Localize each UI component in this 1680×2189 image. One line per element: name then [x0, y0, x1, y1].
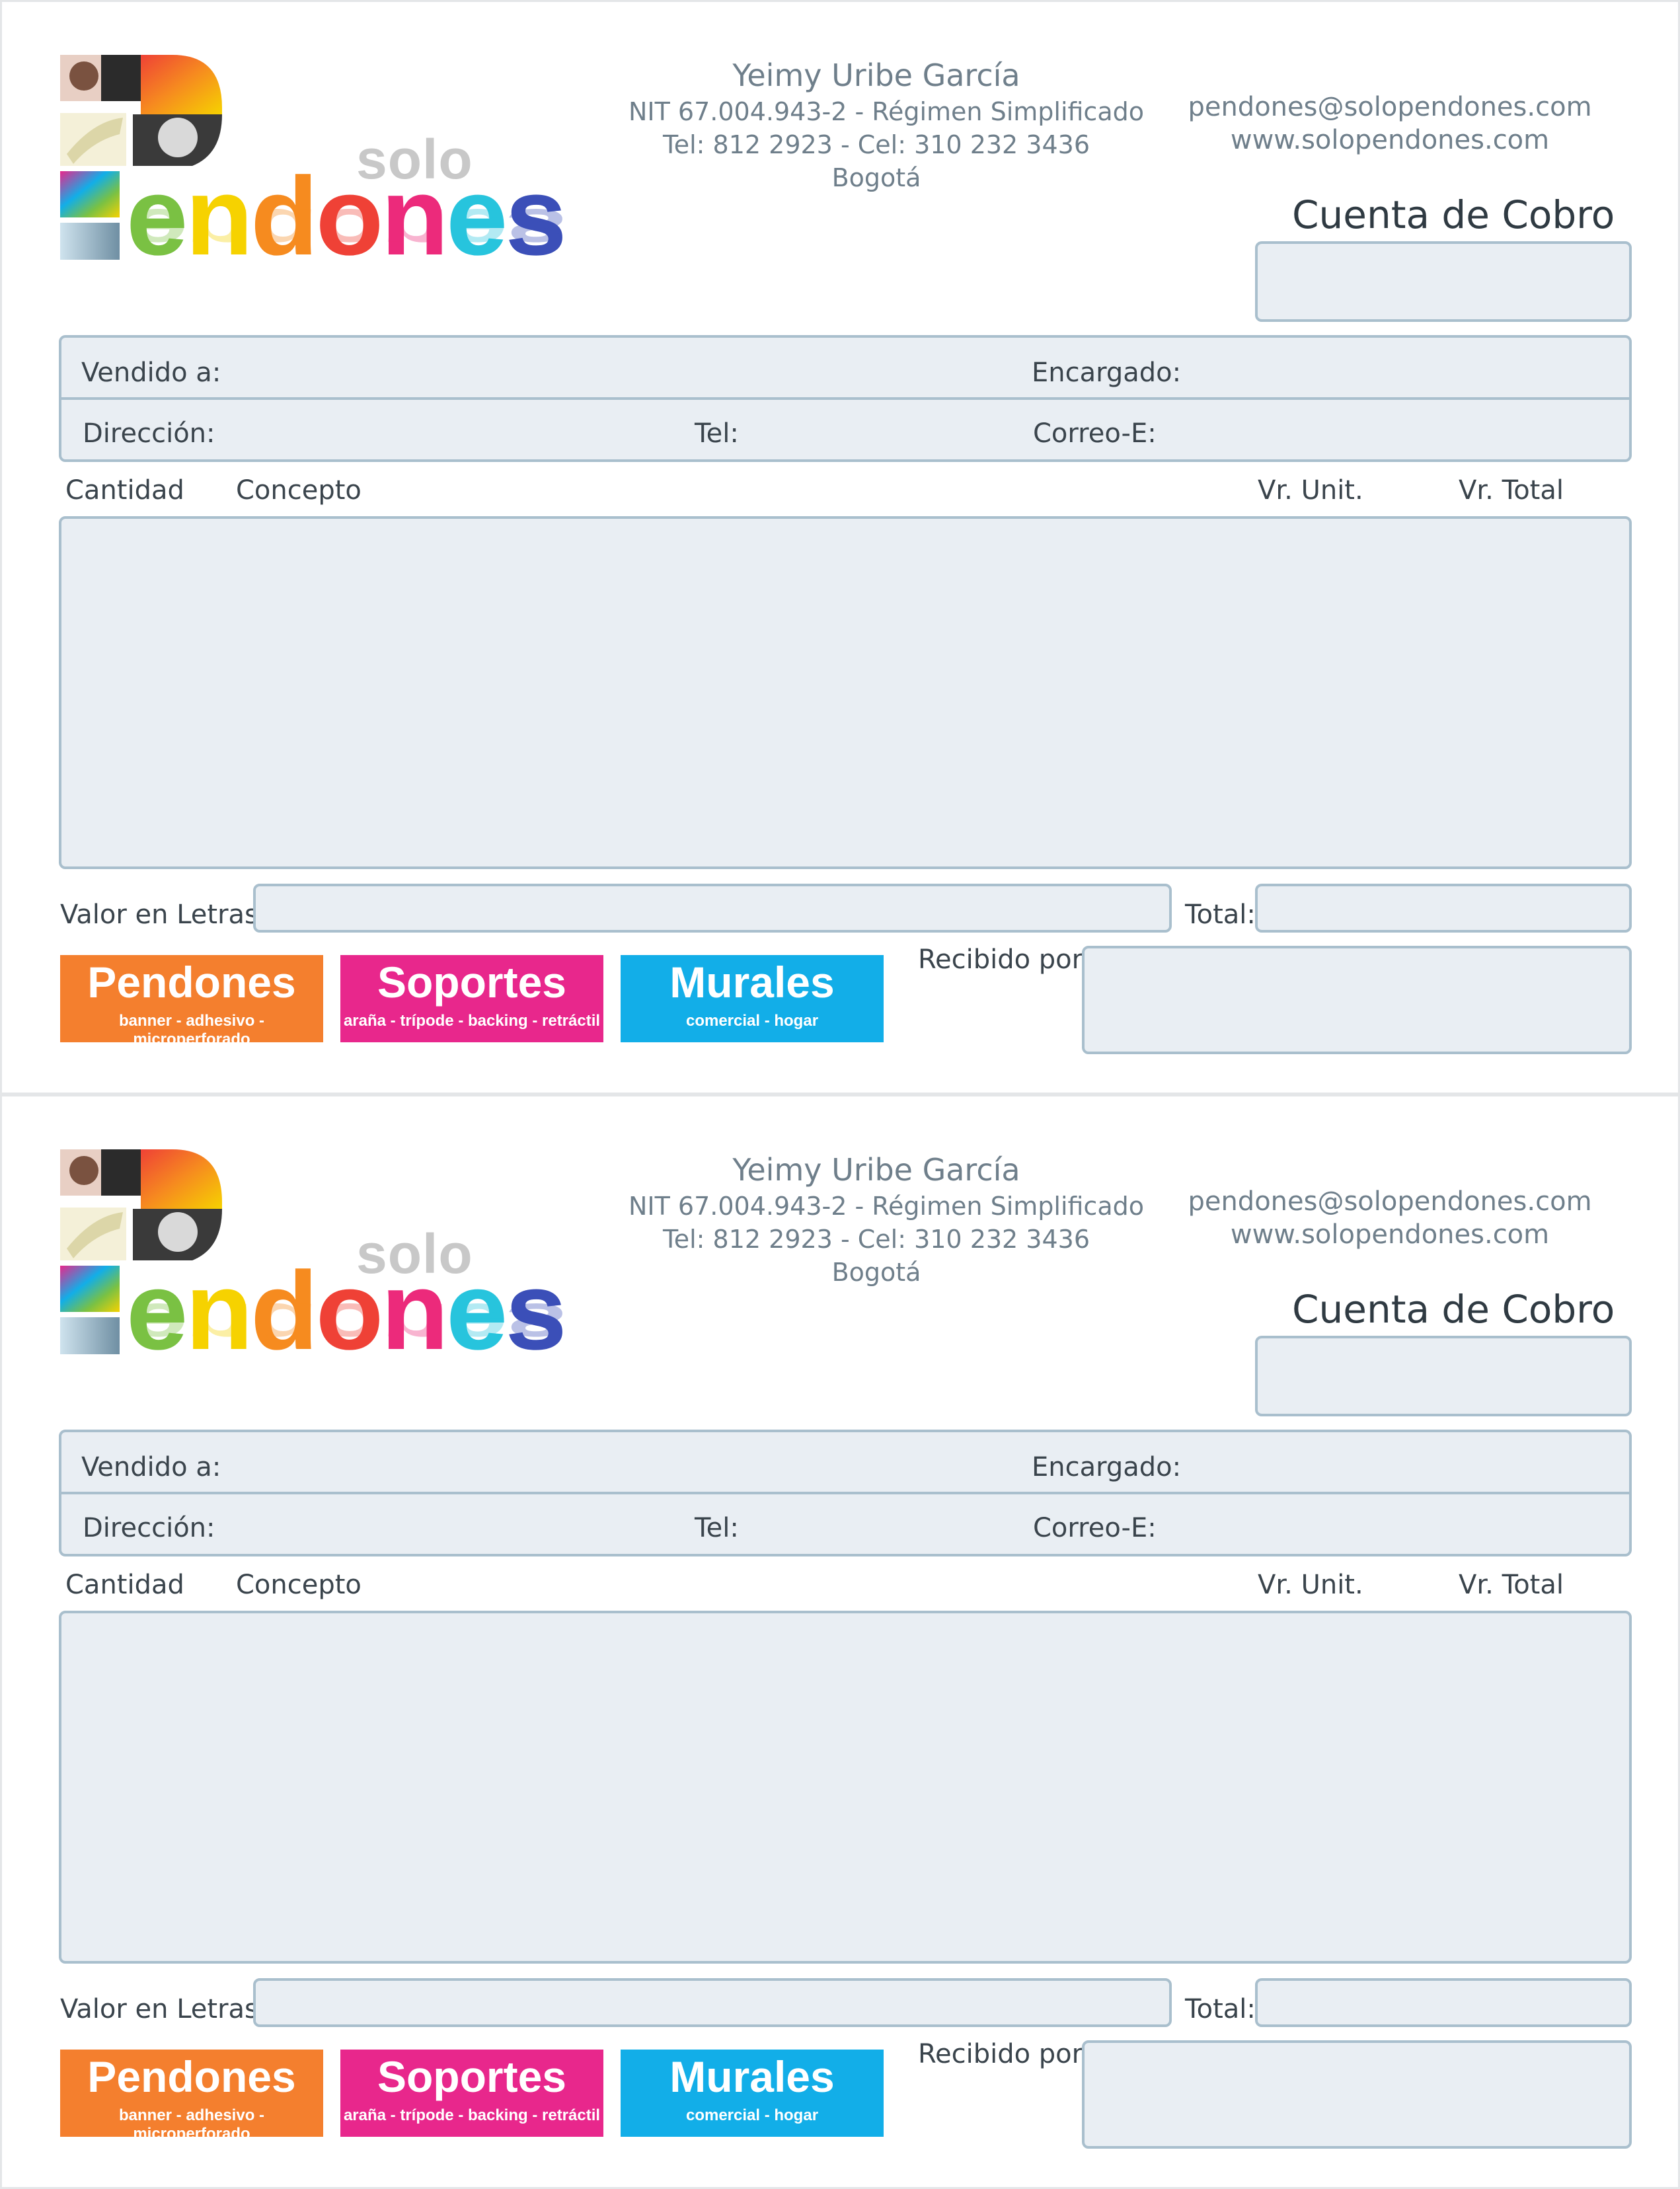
company-phones: Tel: 812 2923 - Cel: 310 232 3436 — [662, 1225, 1090, 1254]
email-label: Correo-E: — [1033, 1513, 1157, 1543]
logo-reflection: endones — [126, 1291, 564, 1359]
email-label: Correo-E: — [1033, 418, 1157, 449]
company-nit: NIT 67.004.943-2 - Régimen Simplificado — [629, 97, 1144, 126]
brand-tile-pendones: Pendones banner - adhesivo - microperfor… — [60, 955, 323, 1048]
brand-tile-murales: Murales comercial - hogar — [621, 955, 884, 1042]
logo-letter: n — [381, 1291, 446, 1360]
invoice-sheet: solo endones endones Yeimy Uribe García … — [0, 1094, 1680, 2189]
received-by-field[interactable] — [1082, 946, 1632, 1054]
col-quantity: Cantidad — [65, 1570, 184, 1600]
value-in-words-field[interactable] — [253, 1978, 1172, 2027]
company-website: www.solopendones.com — [1230, 1219, 1550, 1250]
document-title: Cuenta de Cobro — [1292, 192, 1615, 237]
logo-letter: s — [505, 1291, 564, 1360]
sold-to-label: Vendido a: — [81, 358, 221, 388]
value-in-words-label: Valor en Letras: — [60, 900, 268, 930]
brand-title: Pendones — [87, 2052, 296, 2101]
logo-letter: s — [505, 196, 564, 265]
logo-letter: e — [126, 1291, 186, 1360]
company-nit: NIT 67.004.943-2 - Régimen Simplificado — [629, 1192, 1144, 1221]
logo-letter: e — [126, 196, 186, 265]
invoice-sheet: solo endones endones Yeimy Uribe García … — [0, 0, 1680, 1094]
total-field[interactable] — [1255, 1978, 1632, 2027]
items-area[interactable] — [59, 516, 1632, 869]
received-by-label: Recibido por: — [918, 944, 1091, 975]
brand-subtitle: araña - trípode - backing - retráctil — [343, 1012, 601, 1030]
in-charge-label: Encargado: — [1032, 1452, 1182, 1482]
logo-letter: e — [445, 1291, 506, 1360]
sold-to-label: Vendido a: — [81, 1452, 221, 1482]
brand-tiles: Pendones banner - adhesivo - microperfor… — [60, 2050, 886, 2143]
company-phones: Tel: 812 2923 - Cel: 310 232 3436 — [662, 130, 1090, 159]
company-name: Yeimy Uribe García — [732, 1152, 1020, 1188]
company-email: pendones@solopendones.com — [1188, 92, 1592, 122]
logo-reflection: endones — [126, 196, 564, 264]
company-website: www.solopendones.com — [1230, 125, 1550, 155]
col-total-value: Vr. Total — [1459, 475, 1564, 506]
col-concept: Concepto — [236, 475, 362, 506]
client-info-divider — [61, 397, 1629, 400]
client-info-box: Vendido a: Encargado: Dirección: Tel: Co… — [59, 1430, 1632, 1556]
logo-letter: n — [185, 1291, 251, 1360]
brand-title: Murales — [669, 958, 835, 1007]
items-area[interactable] — [59, 1611, 1632, 1964]
company-city: Bogotá — [831, 1258, 921, 1287]
brand-title: Soportes — [377, 2052, 567, 2101]
tel-label: Tel: — [695, 418, 739, 449]
logo-letter: d — [250, 1291, 316, 1360]
brand-subtitle: comercial - hogar — [685, 1012, 819, 1030]
brand-subtitle: comercial - hogar — [685, 2106, 819, 2124]
logo-letter: d — [250, 196, 316, 265]
total-label: Total: — [1185, 1994, 1256, 2024]
brand-tiles: Pendones banner - adhesivo - microperfor… — [60, 955, 886, 1048]
logo-letter: n — [185, 196, 251, 265]
brand-tile-soportes: Soportes araña - trípode - backing - ret… — [340, 2050, 603, 2137]
brand-subtitle: banner - adhesivo - microperforado — [118, 1012, 265, 1048]
brand-title: Soportes — [377, 958, 567, 1007]
logo-letter: e — [445, 196, 506, 265]
col-concept: Concepto — [236, 1570, 362, 1600]
company-city: Bogotá — [831, 163, 921, 192]
brand-subtitle: banner - adhesivo - microperforado — [118, 2106, 265, 2143]
solopendones-logo: solo endones endones — [60, 1149, 642, 1414]
solopendones-logo: solo endones endones — [60, 55, 642, 319]
total-label: Total: — [1185, 900, 1256, 930]
invoice-number-field[interactable] — [1255, 241, 1632, 322]
col-unit-value: Vr. Unit. — [1258, 475, 1363, 506]
received-by-field[interactable] — [1082, 2040, 1632, 2149]
address-label: Dirección: — [83, 418, 215, 449]
value-in-words-field[interactable] — [253, 884, 1172, 933]
received-by-label: Recibido por: — [918, 2039, 1091, 2069]
brand-title: Pendones — [87, 958, 296, 1007]
col-quantity: Cantidad — [65, 475, 184, 506]
brand-subtitle: araña - trípode - backing - retráctil — [343, 2106, 601, 2124]
document-title: Cuenta de Cobro — [1292, 1287, 1615, 1332]
company-name: Yeimy Uribe García — [732, 58, 1020, 93]
logo-letter: o — [315, 1291, 381, 1360]
in-charge-label: Encargado: — [1032, 358, 1182, 388]
brand-tile-pendones: Pendones banner - adhesivo - microperfor… — [60, 2050, 323, 2143]
address-label: Dirección: — [83, 1513, 215, 1543]
brand-title: Murales — [669, 2052, 835, 2101]
col-total-value: Vr. Total — [1459, 1570, 1564, 1600]
value-in-words-label: Valor en Letras: — [60, 1994, 268, 2024]
logo-letter: n — [381, 196, 446, 265]
logo-letter: o — [315, 196, 381, 265]
total-field[interactable] — [1255, 884, 1632, 933]
brand-tile-murales: Murales comercial - hogar — [621, 2050, 884, 2137]
invoice-number-field[interactable] — [1255, 1336, 1632, 1416]
tel-label: Tel: — [695, 1513, 739, 1543]
col-unit-value: Vr. Unit. — [1258, 1570, 1363, 1600]
client-info-box: Vendido a: Encargado: Dirección: Tel: Co… — [59, 335, 1632, 462]
client-info-divider — [61, 1492, 1629, 1494]
brand-tile-soportes: Soportes araña - trípode - backing - ret… — [340, 955, 603, 1042]
company-email: pendones@solopendones.com — [1188, 1186, 1592, 1217]
